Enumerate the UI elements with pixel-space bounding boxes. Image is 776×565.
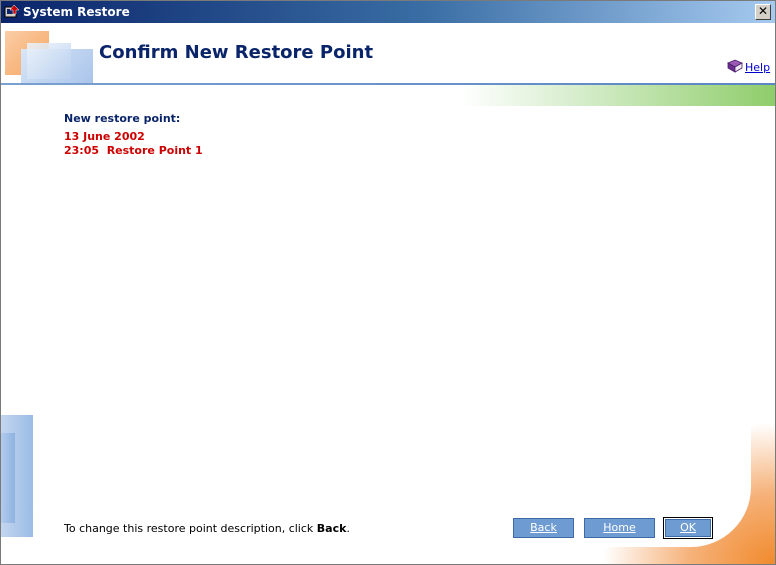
help-link-label[interactable]: Help — [745, 61, 770, 74]
ok-button[interactable]: OK — [663, 517, 713, 539]
back-button[interactable]: Back — [513, 518, 574, 538]
restore-point-entry: 23:05 Restore Point 1 — [64, 144, 203, 157]
new-restore-point-label: New restore point: — [64, 112, 181, 125]
close-button[interactable]: ✕ — [755, 4, 771, 20]
help-book-icon — [727, 59, 743, 73]
system-restore-window: System Restore ✕ Confirm New Restore Poi… — [0, 0, 776, 565]
restore-point-time: 23:05 — [64, 144, 100, 157]
hint-bold: Back — [316, 522, 347, 535]
restore-point-description: Restore Point 1 — [106, 144, 203, 157]
left-decoration-inner — [1, 433, 15, 523]
help-link[interactable]: Help — [727, 59, 770, 74]
system-restore-icon — [4, 4, 20, 18]
header: Confirm New Restore Point Help — [1, 23, 775, 85]
title-bar[interactable]: System Restore ✕ — [1, 1, 775, 23]
change-description-hint: To change this restore point description… — [64, 522, 350, 535]
window-title: System Restore — [23, 5, 130, 19]
header-accent-band — [461, 85, 775, 106]
header-decoration-blue-light — [27, 43, 71, 79]
page-title: Confirm New Restore Point — [99, 42, 374, 63]
home-button[interactable]: Home — [584, 518, 655, 538]
hint-suffix: . — [346, 522, 350, 535]
hint-prefix: To change this restore point description… — [64, 522, 317, 535]
restore-point-date: 13 June 2002 — [64, 130, 145, 143]
